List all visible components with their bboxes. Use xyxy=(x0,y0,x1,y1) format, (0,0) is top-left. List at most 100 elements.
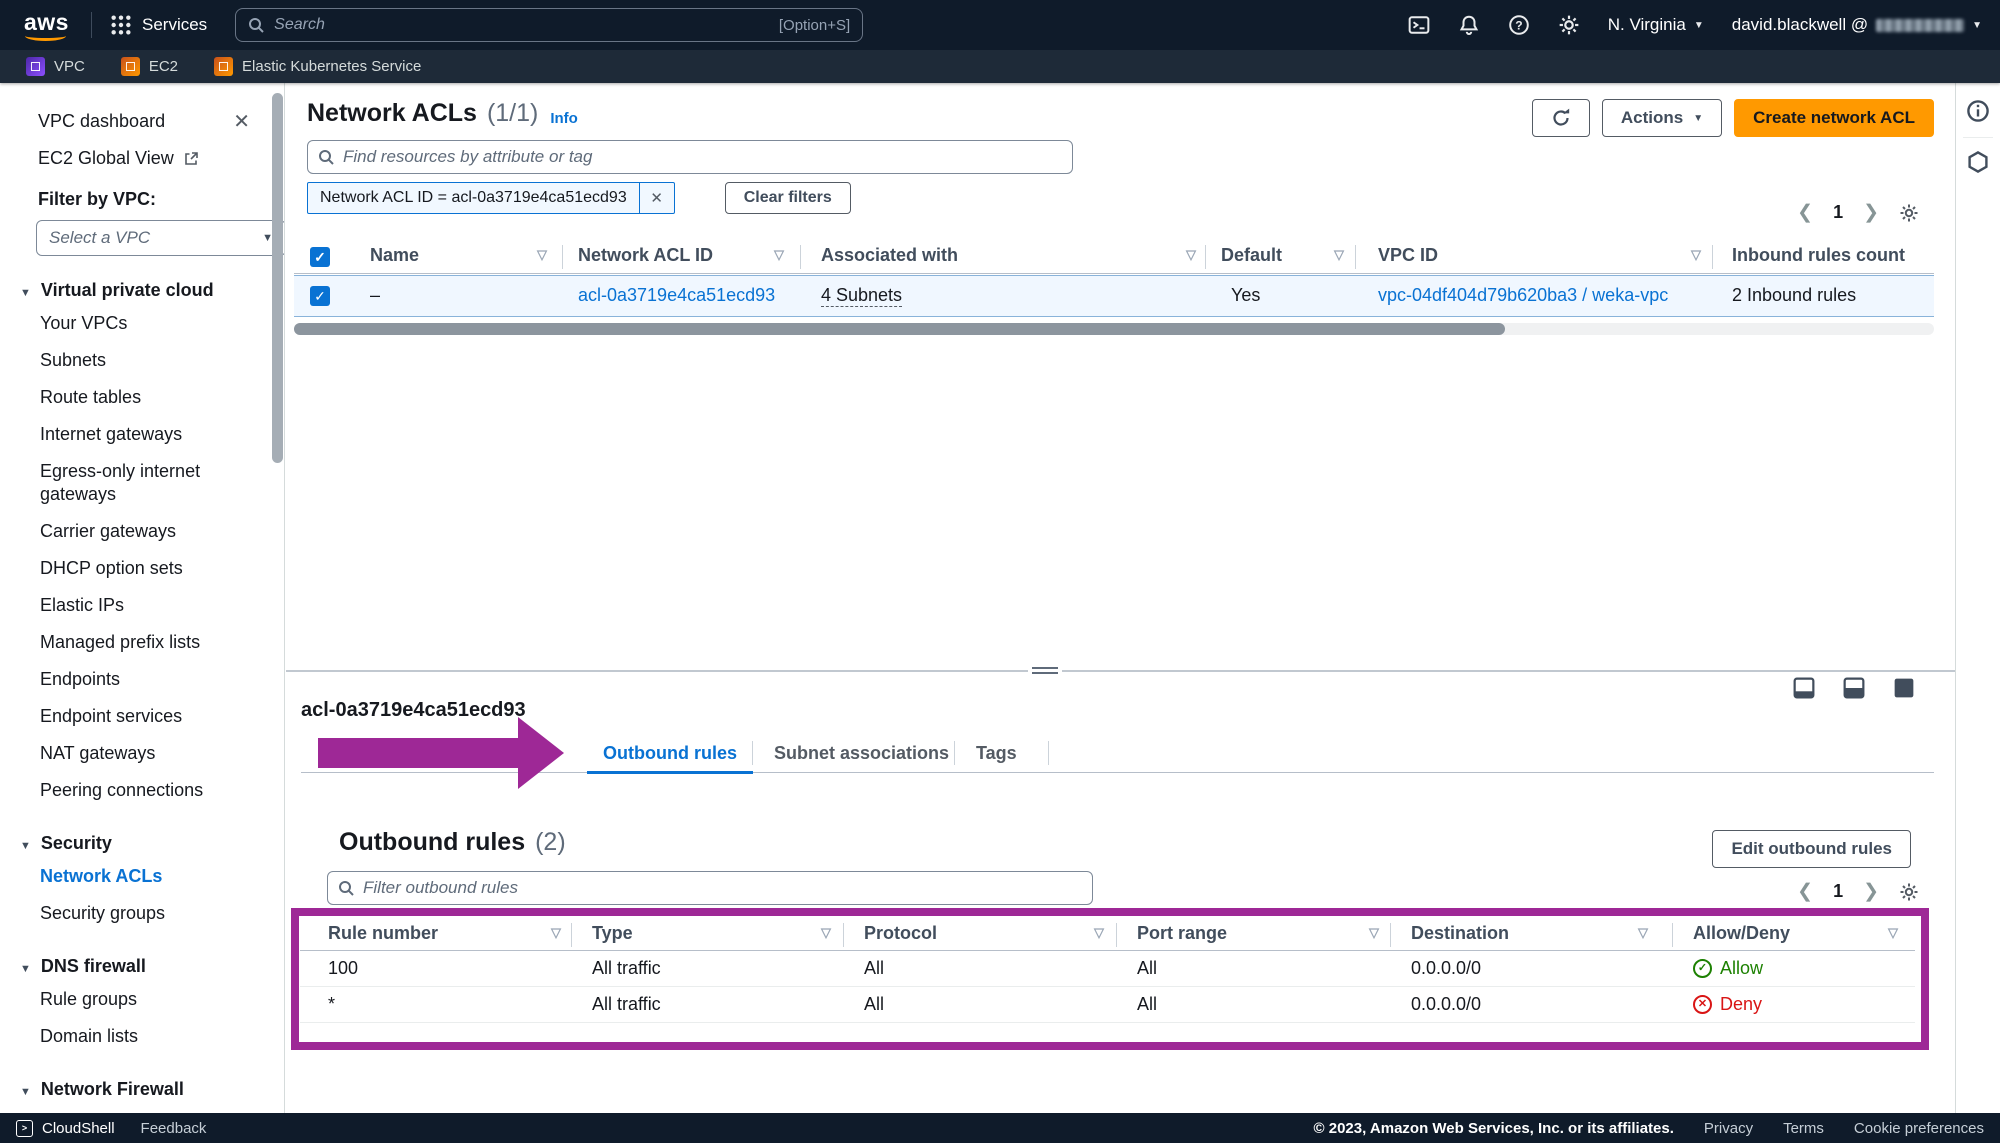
actions-button[interactable]: Actions ▼ xyxy=(1602,99,1722,137)
info-panel-icon[interactable] xyxy=(1966,99,1990,123)
services-menu[interactable]: Services xyxy=(110,14,207,36)
tab-tags[interactable]: Tags xyxy=(960,733,1033,773)
sidebar-item-nat-gateways[interactable]: NAT gateways xyxy=(0,735,262,772)
cell-acl-id-link[interactable]: acl-0a3719e4ca51ecd93 xyxy=(578,285,775,306)
privacy-link[interactable]: Privacy xyxy=(1704,1120,1753,1137)
sidebar-item-elastic-ips[interactable]: Elastic IPs xyxy=(0,587,262,624)
sidebar-item-dhcp-option-sets[interactable]: DHCP option sets xyxy=(0,550,262,587)
filter-outbound-rules-text-input[interactable] xyxy=(363,878,1082,898)
sidebar-item-peering-connections[interactable]: Peering connections xyxy=(0,772,262,809)
horizontal-scrollbar-thumb[interactable] xyxy=(294,323,1505,335)
panel-bottom-icon[interactable] xyxy=(1793,677,1815,699)
previous-page-icon[interactable]: ❮ xyxy=(1797,880,1813,903)
region-selector[interactable]: N. Virginia ▼ xyxy=(1608,15,1704,35)
sidebar-item-firewalls[interactable]: Firewalls xyxy=(0,1104,262,1113)
panel-full-icon[interactable] xyxy=(1893,677,1915,699)
column-header-network-acl-id[interactable]: Network ACL ID xyxy=(578,245,713,266)
sidebar-item-rule-groups[interactable]: Rule groups xyxy=(0,981,262,1018)
column-header-destination[interactable]: Destination xyxy=(1411,923,1509,944)
cell-associated-subnets-link[interactable]: 4 Subnets xyxy=(821,285,902,307)
sort-icon[interactable]: ▽ xyxy=(774,247,784,263)
sidebar-item-endpoint-services[interactable]: Endpoint services xyxy=(0,698,262,735)
sidebar-title-vpc-dashboard[interactable]: VPC dashboard xyxy=(38,111,165,132)
clear-filters-button[interactable]: Clear filters xyxy=(725,182,851,214)
previous-page-icon[interactable]: ❮ xyxy=(1797,201,1813,224)
notifications-bell-icon[interactable] xyxy=(1458,14,1480,36)
next-page-icon[interactable]: ❯ xyxy=(1863,201,1879,224)
resources-panel-icon[interactable] xyxy=(1966,150,1990,174)
sort-icon[interactable]: ▽ xyxy=(1186,247,1196,263)
favorite-vpc[interactable]: VPC xyxy=(26,57,85,76)
edit-outbound-rules-button[interactable]: Edit outbound rules xyxy=(1712,830,1911,868)
sort-icon[interactable]: ▽ xyxy=(551,925,561,941)
current-page[interactable]: 1 xyxy=(1833,202,1843,223)
sort-icon[interactable]: ▽ xyxy=(1334,247,1344,263)
sidebar-item-subnets[interactable]: Subnets xyxy=(0,342,262,379)
next-page-icon[interactable]: ❯ xyxy=(1863,880,1879,903)
column-header-name[interactable]: Name xyxy=(370,245,419,266)
sort-icon[interactable]: ▽ xyxy=(1691,247,1701,263)
outbound-rule-row[interactable]: 100 All traffic All All 0.0.0.0/0 ✓ Allo… xyxy=(300,951,1915,987)
section-header-security[interactable]: ▼Security xyxy=(0,833,284,854)
split-panel-resize-handle[interactable] xyxy=(1028,663,1062,678)
sidebar-item-domain-lists[interactable]: Domain lists xyxy=(0,1018,262,1055)
settings-gear-icon[interactable] xyxy=(1558,14,1580,36)
sort-icon[interactable]: ▽ xyxy=(1888,925,1898,941)
tab-subnet-associations[interactable]: Subnet associations xyxy=(758,733,965,773)
close-icon[interactable]: ✕ xyxy=(233,112,250,132)
section-header-dns-firewall[interactable]: ▼DNS firewall xyxy=(0,956,284,977)
sidebar-item-network-acls[interactable]: Network ACLs xyxy=(0,858,262,895)
feedback-link[interactable]: Feedback xyxy=(141,1120,207,1137)
sidebar-item-security-groups[interactable]: Security groups xyxy=(0,895,262,932)
sidebar-item-managed-prefix-lists[interactable]: Managed prefix lists xyxy=(0,624,262,661)
tab-outbound-rules[interactable]: Outbound rules xyxy=(587,733,753,773)
column-header-default[interactable]: Default xyxy=(1221,245,1282,266)
create-network-acl-button[interactable]: Create network ACL xyxy=(1734,99,1934,137)
preferences-gear-icon[interactable] xyxy=(1899,882,1919,902)
sidebar-item-endpoints[interactable]: Endpoints xyxy=(0,661,262,698)
aws-logo[interactable]: aws xyxy=(24,11,69,34)
sort-icon[interactable]: ▽ xyxy=(1094,925,1104,941)
sort-icon[interactable]: ▽ xyxy=(821,925,831,941)
cell-vpc-id-link[interactable]: vpc-04df404d79b620ba3 / weka-vpc xyxy=(1378,285,1668,306)
info-link[interactable]: Info xyxy=(550,110,578,127)
sidebar-item-ec2-global-view[interactable]: EC2 Global View xyxy=(38,148,284,169)
sidebar-item-internet-gateways[interactable]: Internet gateways xyxy=(0,416,262,453)
find-resources-input[interactable] xyxy=(307,140,1073,174)
column-header-vpc-id[interactable]: VPC ID xyxy=(1378,245,1438,266)
column-header-inbound-rules-count[interactable]: Inbound rules count xyxy=(1732,245,1905,266)
sidebar-item-carrier-gateways[interactable]: Carrier gateways xyxy=(0,513,262,550)
sidebar-scrollbar[interactable] xyxy=(272,93,283,463)
cloudshell-icon[interactable] xyxy=(1408,14,1430,36)
cloudshell-launcher[interactable]: > CloudShell xyxy=(16,1120,115,1137)
sidebar-item-egress-only-internet-gateways[interactable]: Egress-only internet gateways xyxy=(0,453,262,513)
column-header-port-range[interactable]: Port range xyxy=(1137,923,1227,944)
select-all-checkbox[interactable]: ✓ xyxy=(310,247,330,267)
remove-filter-icon[interactable]: ✕ xyxy=(640,183,674,213)
account-menu[interactable]: david.blackwell @ ▼ xyxy=(1732,15,1982,35)
sort-icon[interactable]: ▽ xyxy=(1638,925,1648,941)
section-header-virtual-private-cloud[interactable]: ▼Virtual private cloud xyxy=(0,280,284,301)
filter-outbound-rules-input[interactable] xyxy=(327,871,1093,905)
acl-table-row-selected[interactable]: ✓ – acl-0a3719e4ca51ecd93 4 Subnets Yes … xyxy=(294,275,1934,317)
column-header-type[interactable]: Type xyxy=(592,923,633,944)
sidebar-item-route-tables[interactable]: Route tables xyxy=(0,379,262,416)
vpc-select-dropdown[interactable]: Select a VPC ▼ xyxy=(36,220,285,256)
find-resources-text-input[interactable] xyxy=(343,147,1062,167)
terms-link[interactable]: Terms xyxy=(1783,1120,1824,1137)
column-header-associated-with[interactable]: Associated with xyxy=(821,245,958,266)
cookie-preferences-link[interactable]: Cookie preferences xyxy=(1854,1120,1984,1137)
current-page[interactable]: 1 xyxy=(1833,881,1843,902)
refresh-button[interactable] xyxy=(1532,99,1590,137)
section-header-network-firewall[interactable]: ▼Network Firewall xyxy=(0,1079,284,1100)
sort-icon[interactable]: ▽ xyxy=(1369,925,1379,941)
global-search[interactable]: [Option+S] xyxy=(235,8,863,42)
column-header-allow-deny[interactable]: Allow/Deny xyxy=(1693,923,1790,944)
sidebar-item-your-vpcs[interactable]: Your VPCs xyxy=(0,305,262,342)
favorite-ec2[interactable]: EC2 xyxy=(121,57,178,76)
sort-icon[interactable]: ▽ xyxy=(537,247,547,263)
column-header-rule-number[interactable]: Rule number xyxy=(328,923,438,944)
panel-split-icon[interactable] xyxy=(1843,677,1865,699)
favorite-eks[interactable]: Elastic Kubernetes Service xyxy=(214,57,421,76)
help-icon[interactable]: ? xyxy=(1508,14,1530,36)
